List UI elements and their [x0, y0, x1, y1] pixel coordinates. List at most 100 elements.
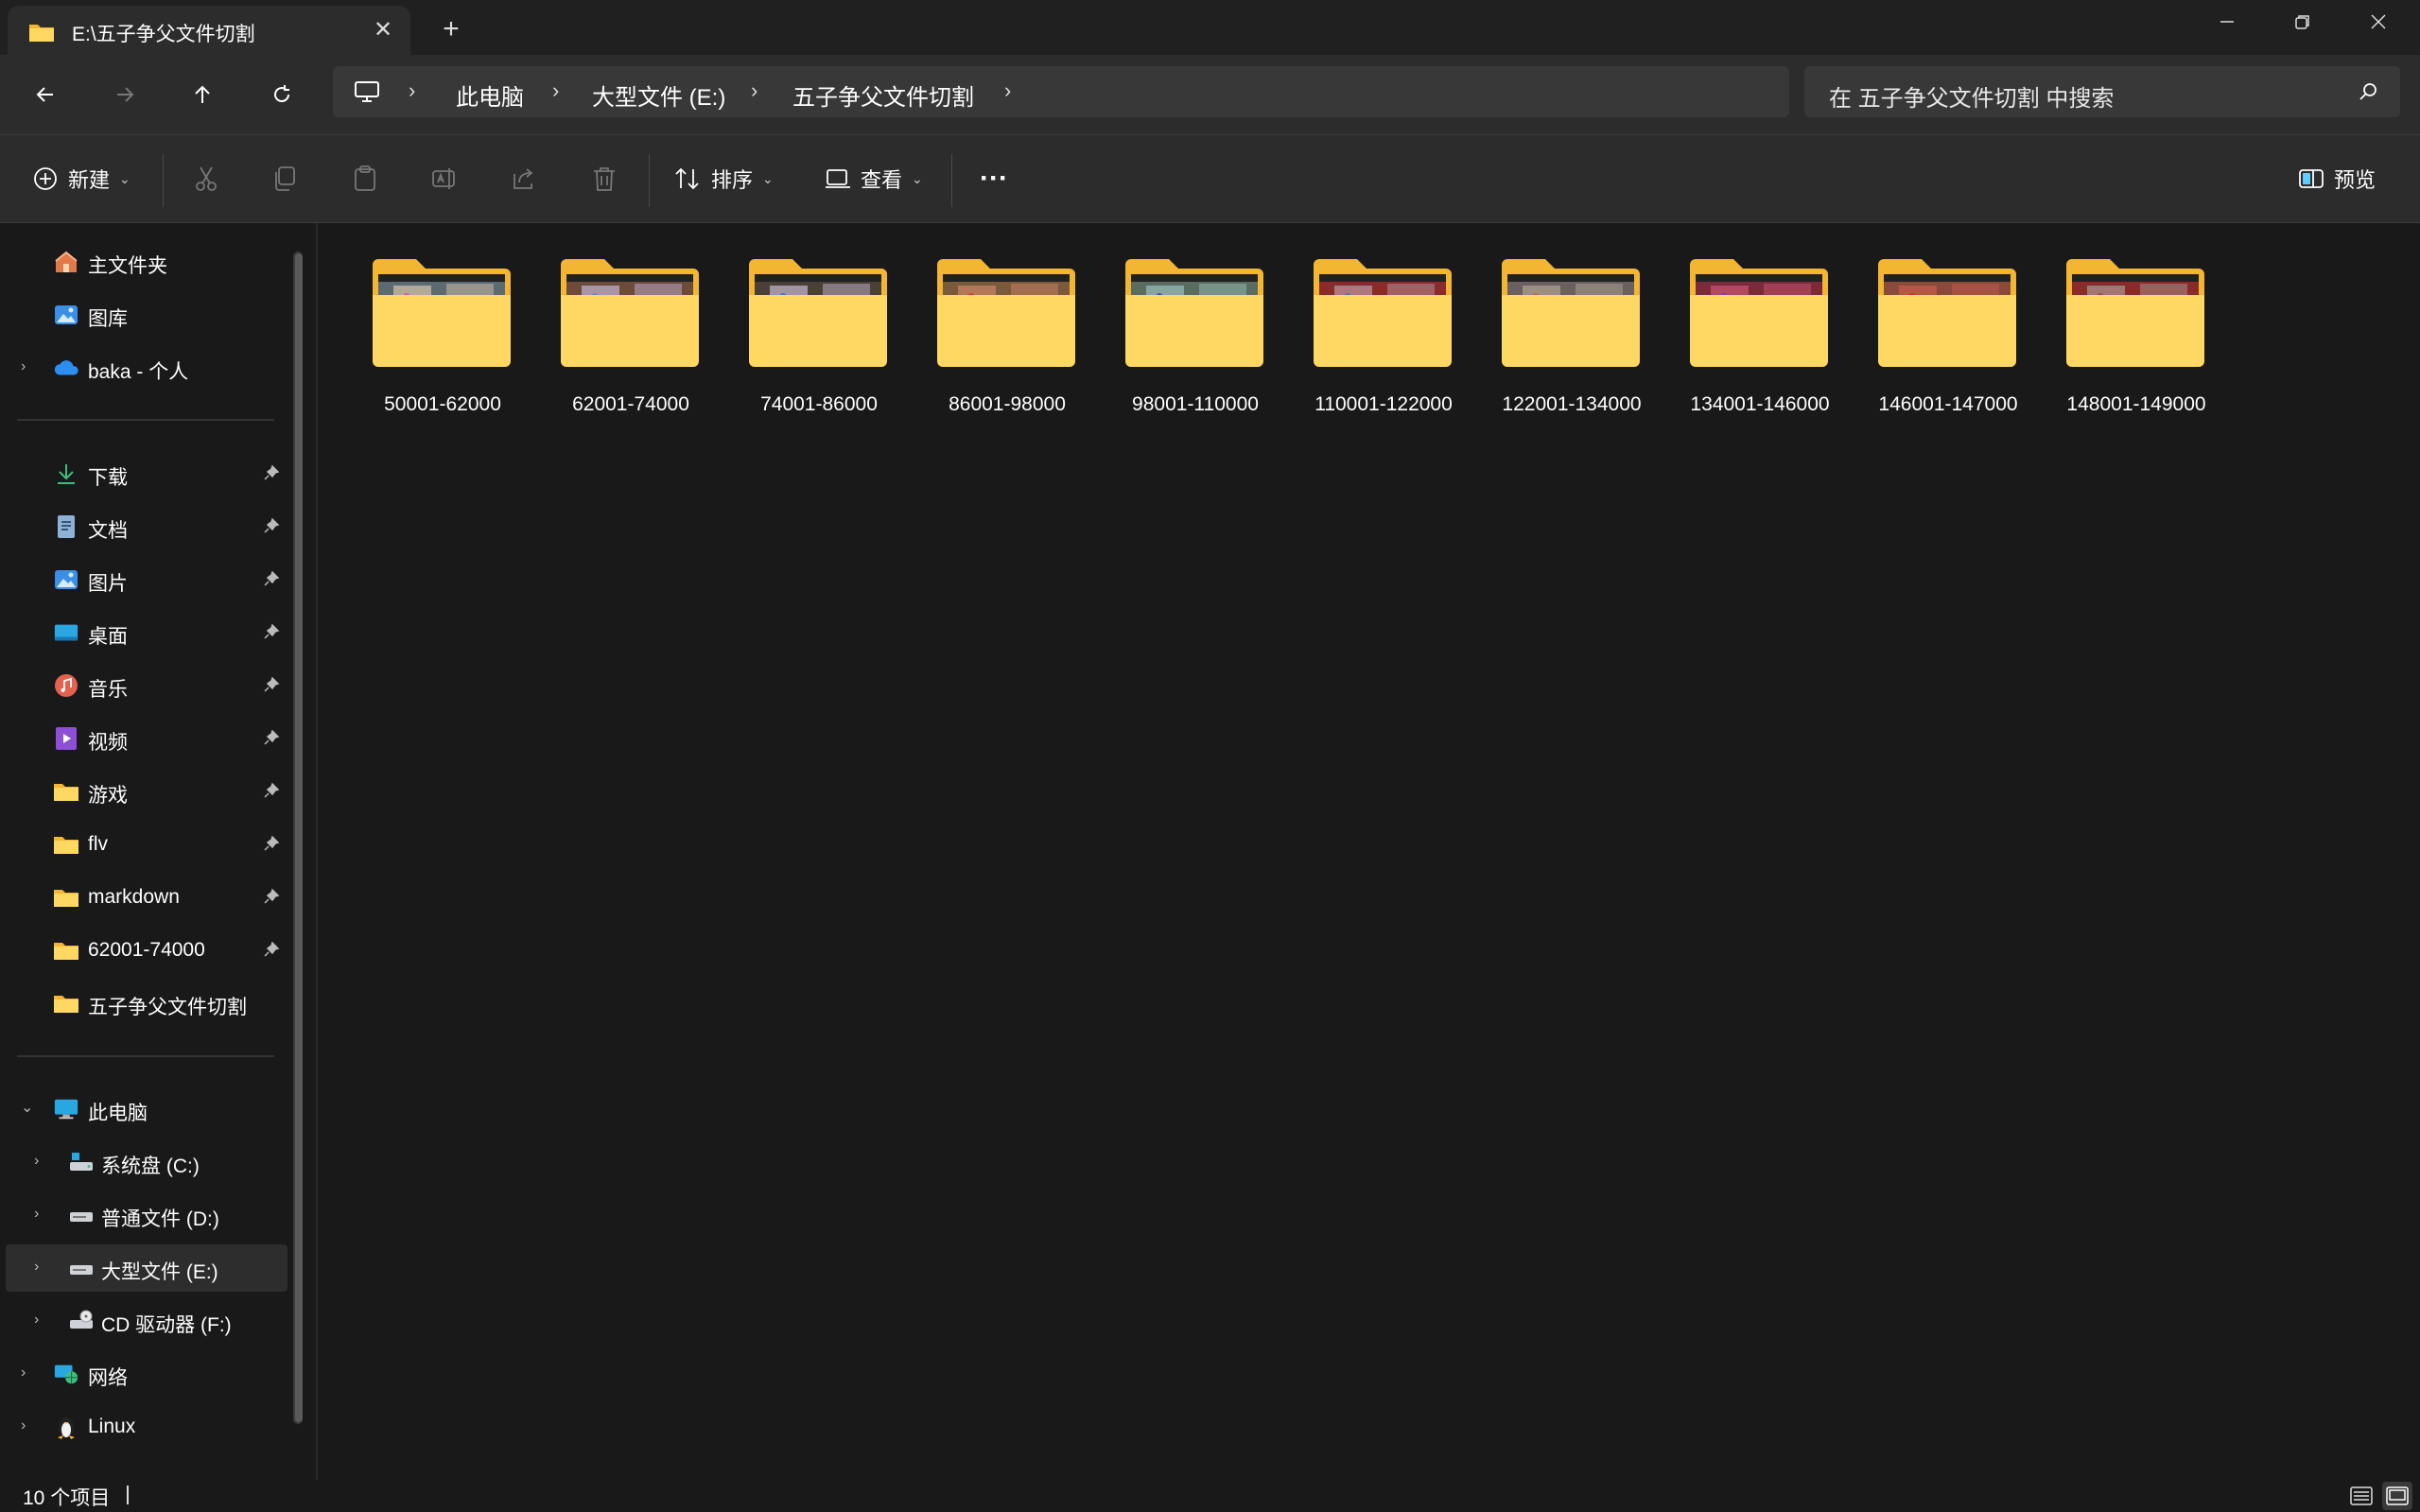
up-button[interactable]: [182, 74, 223, 115]
sidebar-item-drive-e[interactable]: › 大型文件 (E:): [6, 1244, 287, 1292]
sidebar-item-label: 五子争父文件切割: [88, 997, 247, 1018]
breadcrumb-current-folder[interactable]: 五子争父文件切割: [792, 78, 974, 112]
details-view-button[interactable]: [2346, 1482, 2376, 1510]
pin-icon[interactable]: [263, 888, 280, 911]
sidebar-item-label: 系统盘 (C:): [101, 1156, 200, 1177]
close-tab-icon[interactable]: ✕: [371, 18, 395, 43]
pin-icon[interactable]: [263, 570, 280, 593]
sidebar-item-desktop[interactable]: 桌面: [0, 609, 284, 656]
more-options-button[interactable]: ···: [980, 160, 1008, 198]
view-button[interactable]: 查看 ⌄: [825, 160, 923, 198]
sidebar-item-label: 网络: [88, 1367, 128, 1389]
pin-icon[interactable]: [263, 782, 280, 805]
sidebar-item-documents[interactable]: 文档: [0, 503, 284, 550]
computer-icon[interactable]: [354, 80, 380, 108]
sidebar-item-gallery[interactable]: 图库: [0, 291, 284, 339]
sidebar-item-drive-c[interactable]: › 系统盘 (C:): [0, 1138, 284, 1186]
close-window-icon[interactable]: [2355, 9, 2402, 38]
folder-tile[interactable]: 148001-149000: [2022, 257, 2206, 427]
breadcrumb-chevron-icon[interactable]: ›: [751, 78, 757, 103]
tiles-view-button[interactable]: [2382, 1482, 2412, 1510]
sidebar-item-this-pc[interactable]: ⌄ 此电脑: [0, 1086, 284, 1133]
more-icon: ···: [980, 163, 1008, 194]
divider: [163, 154, 164, 207]
breadcrumb-chevron-icon[interactable]: ›: [552, 78, 559, 103]
sidebar-item-music[interactable]: 音乐: [0, 662, 284, 709]
folder-tile[interactable]: 74001-86000: [705, 257, 887, 427]
pin-icon[interactable]: [263, 623, 280, 646]
sidebar-item-downloads[interactable]: 下载: [0, 450, 284, 497]
sidebar-item-videos[interactable]: 视频: [0, 715, 284, 762]
minimize-icon[interactable]: [2203, 9, 2251, 38]
sidebar-item-flv[interactable]: flv: [0, 821, 284, 868]
folder-thumbnail-icon: [937, 259, 1075, 367]
cut-icon[interactable]: [190, 163, 222, 195]
chevron-right-icon[interactable]: ›: [21, 1418, 36, 1434]
paste-icon[interactable]: [349, 163, 381, 195]
sidebar-item-label: 62001-74000: [88, 939, 205, 961]
preview-pane-button[interactable]: 预览: [2298, 160, 2376, 198]
chevron-down-icon[interactable]: ⌄: [21, 1101, 36, 1116]
folder-tile[interactable]: 62001-74000: [516, 257, 699, 427]
folder-tile[interactable]: 122001-134000: [1457, 257, 1642, 427]
breadcrumb-chevron-icon[interactable]: ›: [409, 78, 415, 103]
breadcrumb-chevron-icon[interactable]: ›: [1004, 78, 1011, 103]
delete-icon[interactable]: [588, 163, 620, 195]
sidebar-item-linux[interactable]: › Linux: [0, 1403, 284, 1451]
sidebar-item-games[interactable]: 游戏: [0, 768, 284, 815]
sidebar-item-drive-d[interactable]: › 普通文件 (D:): [0, 1191, 284, 1239]
sidebar-item-label: 图库: [88, 308, 128, 330]
pin-icon[interactable]: [263, 729, 280, 752]
folder-tile[interactable]: 86001-98000: [893, 257, 1075, 427]
navigation-pane[interactable]: 主文件夹 图库 › baka - 个人 下载 文档 图片 桌面 音乐 视频 游戏…: [0, 223, 318, 1480]
file-list[interactable]: 50001-62000 62001-74000 74001-86000 86001-9…: [320, 223, 2420, 1480]
sidebar-item-label: 此电脑: [88, 1103, 148, 1124]
download-icon: [53, 461, 79, 487]
sidebar-item-62001-74000[interactable]: 62001-74000: [0, 927, 284, 974]
folder-tile[interactable]: 146001-147000: [1834, 257, 2018, 427]
sidebar-item-onedrive[interactable]: › baka - 个人: [0, 344, 284, 391]
sidebar-item-network[interactable]: › 网络: [0, 1350, 284, 1398]
chevron-right-icon[interactable]: ›: [21, 1365, 36, 1381]
tab-current[interactable]: E:\五子争父文件切割 ✕: [8, 6, 410, 55]
refresh-button[interactable]: [261, 74, 303, 115]
pin-icon[interactable]: [263, 835, 280, 858]
sidebar-item-home[interactable]: 主文件夹: [0, 238, 284, 286]
new-tab-icon[interactable]: +: [437, 15, 465, 43]
sidebar-scrollbar-thumb[interactable]: [295, 253, 303, 1422]
folder-tile[interactable]: 110001-122000: [1269, 257, 1453, 427]
sidebar-item-label: 主文件夹: [88, 255, 167, 277]
folder-tile[interactable]: 50001-62000: [328, 257, 511, 427]
sidebar-item-label: Linux: [88, 1416, 136, 1437]
sidebar-item-current-folder[interactable]: 五子争父文件切割: [0, 980, 284, 1027]
chevron-right-icon[interactable]: ›: [34, 1154, 49, 1169]
sidebar-item-markdown[interactable]: markdown: [0, 874, 284, 921]
search-input[interactable]: 在 五子争父文件切割 中搜索: [1804, 66, 2400, 117]
folder-tile[interactable]: 98001-110000: [1081, 257, 1263, 427]
pin-icon[interactable]: [263, 676, 280, 699]
sidebar-item-pictures[interactable]: 图片: [0, 556, 284, 603]
pin-icon[interactable]: [263, 941, 280, 964]
pin-icon[interactable]: [263, 517, 280, 540]
chevron-right-icon[interactable]: ›: [34, 1207, 49, 1222]
copy-icon[interactable]: [269, 163, 301, 195]
forward-button[interactable]: [104, 74, 146, 115]
breadcrumb-this-pc[interactable]: 此电脑: [456, 78, 524, 112]
search-icon[interactable]: [2359, 81, 2379, 107]
sidebar-item-label: 音乐: [88, 679, 128, 701]
chevron-right-icon[interactable]: ›: [34, 1312, 49, 1328]
back-button[interactable]: [25, 74, 66, 115]
restore-icon[interactable]: [2279, 9, 2326, 38]
pin-icon[interactable]: [263, 464, 280, 487]
chevron-right-icon[interactable]: ›: [34, 1260, 49, 1275]
document-icon: [53, 513, 79, 540]
share-icon[interactable]: [508, 163, 540, 195]
breadcrumb-drive-e[interactable]: 大型文件 (E:): [592, 78, 725, 112]
chevron-right-icon[interactable]: ›: [21, 359, 36, 374]
rename-icon[interactable]: [428, 163, 461, 195]
new-button[interactable]: 新建 ⌄: [32, 160, 131, 198]
sort-button[interactable]: 排序 ⌄: [673, 160, 774, 198]
folder-tile[interactable]: 134001-146000: [1645, 257, 1830, 427]
address-bar[interactable]: › 此电脑 › 大型文件 (E:) › 五子争父文件切割 ›: [333, 66, 1789, 117]
sidebar-item-drive-f[interactable]: › CD 驱动器 (F:): [0, 1297, 284, 1345]
